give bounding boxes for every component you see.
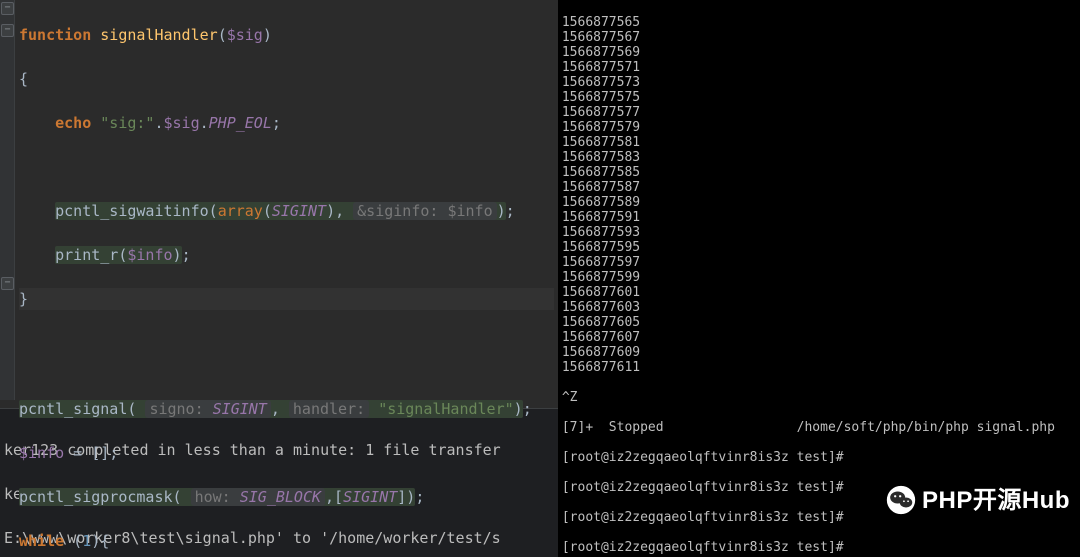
watermark-label: PHP开源Hub — [922, 493, 1070, 508]
param-hint-siginfo: &siginfo: $info — [353, 202, 496, 220]
code-editor[interactable]: function signalHandler($sig) { echo "sig… — [15, 0, 558, 400]
semicolon: ; — [523, 400, 532, 418]
timestamp-line: 1566877569 — [562, 45, 1076, 60]
fold-toggle-icon[interactable]: − — [1, 2, 14, 15]
prompt-line: [root@iz2zegqaeolqftvinr8is3z test]# — [562, 480, 1076, 495]
semicolon: ; — [272, 114, 281, 132]
const-sigint: SIGINT — [343, 488, 397, 506]
timestamp-line: 1566877575 — [562, 90, 1076, 105]
const-sigint: SIGINT — [272, 202, 326, 220]
timestamp-line: 1566877573 — [562, 75, 1076, 90]
timestamp-line: 1566877591 — [562, 210, 1076, 225]
timestamp-line: 1566877605 — [562, 315, 1076, 330]
timestamp-line: 1566877597 — [562, 255, 1076, 270]
const-php-eol: PHP_EOL — [209, 114, 272, 132]
keyword-function: function — [19, 26, 91, 44]
timestamp-line: 1566877599 — [562, 270, 1076, 285]
timestamp-line: 1566877611 — [562, 360, 1076, 375]
editor-area[interactable]: − − − function signalHandler($sig) { ech… — [0, 0, 558, 400]
app-root: − − − function signalHandler($sig) { ech… — [0, 0, 1080, 557]
timestamp-line: 1566877577 — [562, 105, 1076, 120]
timestamp-line: 1566877579 — [562, 120, 1076, 135]
brace-close: } — [19, 290, 28, 308]
remote-terminal[interactable]: 1566877565156687756715668775691566877571… — [558, 0, 1080, 557]
param-hint-signo: signo: SIGINT — [145, 400, 270, 418]
param-hint-handler: handler: — [289, 400, 369, 418]
job-stopped-line: [7]+ Stopped /home/soft/php/bin/php sign… — [562, 420, 1076, 435]
ctrl-z-line: ^Z — [562, 390, 1076, 405]
dot: . — [154, 114, 163, 132]
string-sig-prefix: "sig:" — [100, 114, 154, 132]
call-print-r: print_r($info) — [55, 246, 181, 264]
timestamp-line: 1566877603 — [562, 300, 1076, 315]
timestamp-line: 1566877565 — [562, 15, 1076, 30]
prompt-line: [root@iz2zegqaeolqftvinr8is3z test]# — [562, 540, 1076, 555]
brace-open: { — [19, 70, 28, 88]
brace-open: { — [100, 532, 109, 550]
dot: . — [200, 114, 209, 132]
var-info: $info — [127, 246, 172, 264]
var-sig: $sig — [164, 114, 200, 132]
prompt-line: [root@iz2zegqaeolqftvinr8is3z test]# — [562, 450, 1076, 465]
timestamp-line: 1566877585 — [562, 165, 1076, 180]
left-column: − − − function signalHandler($sig) { ech… — [0, 0, 558, 557]
call-sigprocmask: pcntl_sigprocmask( how: SIG_BLOCK,[SIGIN… — [19, 488, 415, 506]
param-hint-how: how: SIG_BLOCK — [191, 488, 325, 506]
timestamp-line: 1566877601 — [562, 285, 1076, 300]
keyword-echo: echo — [55, 114, 91, 132]
semicolon: ; — [182, 246, 191, 264]
fold-toggle-icon[interactable]: − — [1, 277, 14, 290]
prompt-line: [root@iz2zegqaeolqftvinr8is3z test]# — [562, 510, 1076, 525]
timestamp-line: 1566877589 — [562, 195, 1076, 210]
stmt-info-init: $info = []; — [19, 444, 118, 462]
timestamp-line: 1566877567 — [562, 30, 1076, 45]
timestamp-line: 1566877607 — [562, 330, 1076, 345]
timestamp-line: 1566877609 — [562, 345, 1076, 360]
timestamp-line: 1566877571 — [562, 60, 1076, 75]
semicolon: ; — [415, 488, 424, 506]
timestamp-line: 1566877581 — [562, 135, 1076, 150]
function-name: signalHandler — [100, 26, 217, 44]
timestamp-line: 1566877587 — [562, 180, 1076, 195]
timestamp-line: 1566877583 — [562, 150, 1076, 165]
keyword-while: while — [19, 532, 64, 550]
call-pcntl-signal: pcntl_signal( signo: SIGINT, handler: "s… — [19, 400, 523, 418]
semicolon: ; — [506, 202, 515, 220]
timestamp-block: 1566877565156687756715668775691566877571… — [562, 15, 1076, 375]
keyword-array: array — [218, 202, 263, 220]
timestamp-line: 1566877595 — [562, 240, 1076, 255]
timestamp-line: 1566877593 — [562, 225, 1076, 240]
editor-gutter[interactable]: − − − — [0, 0, 15, 400]
call-sigwaitinfo: pcntl_sigwaitinfo(array(SIGINT), &siginf… — [55, 202, 506, 220]
num-true: 1 — [82, 532, 91, 550]
string-handler: "signalHandler" — [378, 400, 513, 418]
param-sig: $sig — [227, 26, 263, 44]
fold-toggle-icon[interactable]: − — [1, 24, 14, 37]
